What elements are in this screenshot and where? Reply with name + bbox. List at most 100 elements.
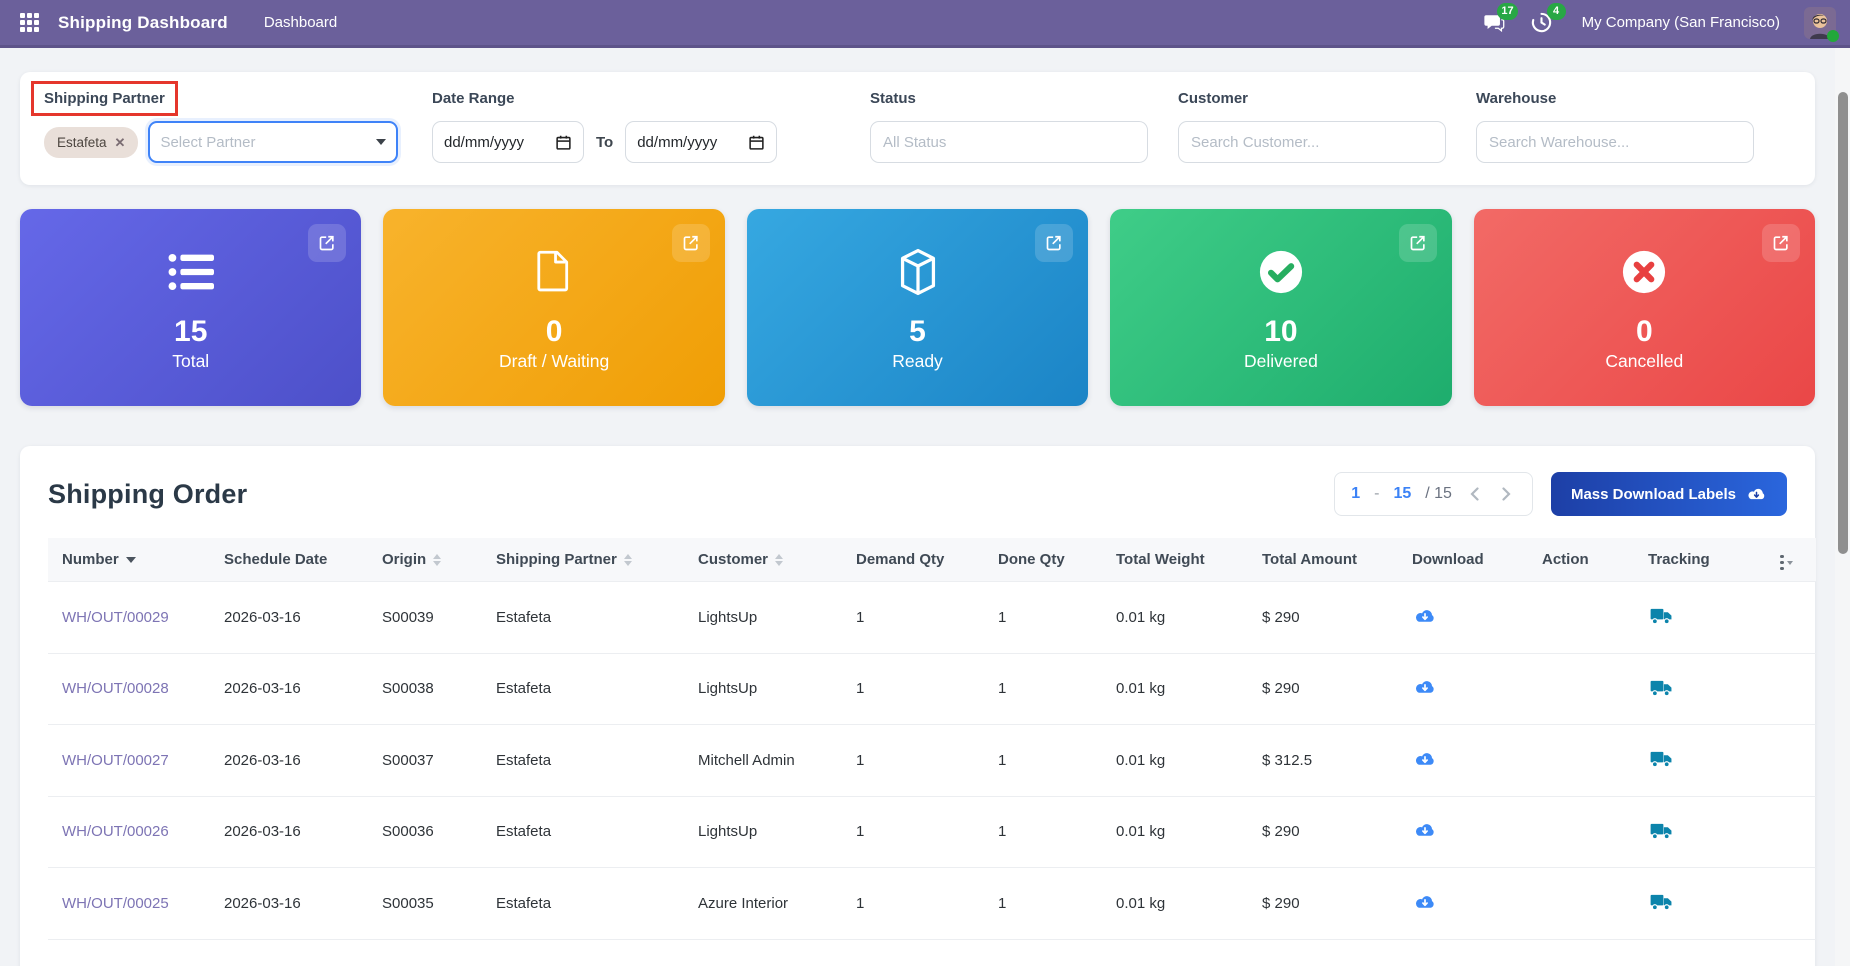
- tracking-button[interactable]: [1648, 820, 1674, 842]
- status-input[interactable]: [870, 121, 1148, 163]
- download-label-button[interactable]: [1412, 605, 1438, 627]
- stat-card-total[interactable]: 15 Total: [20, 209, 361, 406]
- stat-card-delivered[interactable]: 10 Delivered: [1110, 209, 1451, 406]
- stat-card-draft-waiting[interactable]: 0 Draft / Waiting: [383, 209, 724, 406]
- status-label: Status: [870, 90, 1148, 107]
- col-header-customer[interactable]: Customer: [690, 538, 848, 582]
- col-header-origin[interactable]: Origin: [374, 538, 488, 582]
- table-row: WH/OUT/00024 2026-03-16 S00034 Estafeta …: [48, 939, 1816, 966]
- company-switcher[interactable]: My Company (San Francisco): [1582, 14, 1780, 31]
- select-partner-field: [148, 121, 398, 163]
- col-header-schedule-date[interactable]: Schedule Date: [216, 538, 374, 582]
- table-header-row: Number Schedule Date Origin Shipping Par…: [48, 538, 1816, 582]
- prev-page-chevron-icon[interactable]: [1466, 482, 1484, 506]
- messages-button[interactable]: 17: [1480, 10, 1508, 36]
- cell-origin: S00039: [374, 582, 488, 654]
- online-status-dot: [1827, 30, 1839, 42]
- external-link-button[interactable]: [1762, 224, 1800, 262]
- column-options-icon: [1780, 560, 1793, 565]
- pagination: 1 - 15 / 15: [1334, 472, 1533, 516]
- tracking-button[interactable]: [1648, 677, 1674, 699]
- col-header-number[interactable]: Number: [48, 538, 216, 582]
- cell-total-weight: 0.01 kg: [1108, 939, 1254, 966]
- stat-value: 15: [174, 315, 207, 348]
- stat-card-cancelled[interactable]: 0 Cancelled: [1474, 209, 1815, 406]
- page-start[interactable]: 1: [1351, 485, 1360, 503]
- external-link-button[interactable]: [1035, 224, 1073, 262]
- cell-demand-qty: 1: [848, 939, 990, 966]
- customer-search-input[interactable]: [1178, 121, 1446, 163]
- truck-icon: [1650, 893, 1673, 911]
- cell-total-amount: $ 290: [1254, 868, 1404, 940]
- order-number-link[interactable]: WH/OUT/00028: [62, 680, 169, 697]
- external-link-button[interactable]: [1399, 224, 1437, 262]
- user-avatar[interactable]: [1804, 7, 1836, 39]
- tracking-button[interactable]: [1648, 605, 1674, 627]
- mass-download-labels-button[interactable]: Mass Download Labels: [1551, 472, 1787, 516]
- cell-action: [1534, 725, 1640, 797]
- download-label-button[interactable]: [1412, 963, 1438, 966]
- cell-total-weight: 0.01 kg: [1108, 582, 1254, 654]
- page-end[interactable]: 15: [1393, 485, 1411, 503]
- table-row: WH/OUT/00025 2026-03-16 S00035 Estafeta …: [48, 868, 1816, 940]
- cell-done-qty: 1: [990, 725, 1108, 797]
- cell-schedule-date: 2026-03-16: [216, 939, 374, 966]
- cell-total-amount: $ 290: [1254, 653, 1404, 725]
- apps-menu-button[interactable]: [14, 8, 44, 38]
- col-header-total-weight: Total Weight: [1108, 538, 1254, 582]
- external-link-icon: [1771, 233, 1791, 253]
- customer-label: Customer: [1178, 90, 1446, 107]
- messages-count-badge: 17: [1497, 3, 1517, 20]
- download-label-button[interactable]: [1412, 891, 1438, 913]
- col-header-shipping-partner[interactable]: Shipping Partner: [488, 538, 690, 582]
- order-number-link[interactable]: WH/OUT/00025: [62, 895, 169, 912]
- cell-demand-qty: 1: [848, 725, 990, 797]
- stat-label: Ready: [892, 351, 943, 372]
- nav-menu-dashboard[interactable]: Dashboard: [254, 8, 347, 37]
- tracking-button[interactable]: [1648, 891, 1674, 913]
- scrollbar-thumb[interactable]: [1838, 92, 1848, 554]
- calendar-icon: [748, 134, 765, 151]
- cell-shipping-partner: Estafeta: [488, 796, 690, 868]
- cell-schedule-date: 2026-03-16: [216, 725, 374, 797]
- cell-customer: Mitchell Admin: [690, 725, 848, 797]
- calendar-icon: [555, 134, 572, 151]
- cell-action: [1534, 653, 1640, 725]
- warehouse-search-input[interactable]: [1476, 121, 1754, 163]
- external-link-button[interactable]: [308, 224, 346, 262]
- external-link-button[interactable]: [672, 224, 710, 262]
- select-partner-input[interactable]: [160, 134, 370, 151]
- chevron-down-icon[interactable]: [376, 139, 386, 145]
- order-number-link[interactable]: WH/OUT/00027: [62, 752, 169, 769]
- cell-done-qty: 1: [990, 582, 1108, 654]
- download-label-button[interactable]: [1412, 820, 1438, 842]
- shipping-dashboard-page: Shipping Dashboard Dashboard 17 4 My Com…: [0, 0, 1850, 966]
- order-number-link[interactable]: WH/OUT/00029: [62, 609, 169, 626]
- stat-label: Draft / Waiting: [499, 351, 609, 372]
- cell-demand-qty: 1: [848, 653, 990, 725]
- remove-tag-icon[interactable]: ✕: [115, 136, 126, 149]
- cell-customer: Azure Interior: [690, 868, 848, 940]
- cell-total-weight: 0.01 kg: [1108, 868, 1254, 940]
- cell-schedule-date: 2026-03-16: [216, 796, 374, 868]
- external-link-icon: [1408, 233, 1428, 253]
- table-row: WH/OUT/00027 2026-03-16 S00037 Estafeta …: [48, 725, 1816, 797]
- download-label-button[interactable]: [1412, 677, 1438, 699]
- date-to-input[interactable]: dd/mm/yyyy: [625, 121, 777, 163]
- activities-button[interactable]: 4: [1528, 10, 1556, 36]
- tracking-button[interactable]: [1648, 748, 1674, 770]
- cell-shipping-partner: Estafeta: [488, 725, 690, 797]
- cell-demand-qty: 1: [848, 582, 990, 654]
- next-page-chevron-icon[interactable]: [1498, 482, 1516, 506]
- cloud-download-icon: [1413, 678, 1437, 697]
- page-total: / 15: [1425, 485, 1452, 503]
- sort-desc-icon: [126, 557, 136, 563]
- stat-card-ready[interactable]: 5 Ready: [747, 209, 1088, 406]
- list-icon: [168, 247, 214, 297]
- download-label-button[interactable]: [1412, 748, 1438, 770]
- main-content: Shipping Partner Estafeta ✕ Date Range: [0, 48, 1850, 966]
- order-number-link[interactable]: WH/OUT/00026: [62, 823, 169, 840]
- vertical-scrollbar[interactable]: [1835, 48, 1850, 966]
- col-header-options[interactable]: [1772, 538, 1816, 582]
- date-from-input[interactable]: dd/mm/yyyy: [432, 121, 584, 163]
